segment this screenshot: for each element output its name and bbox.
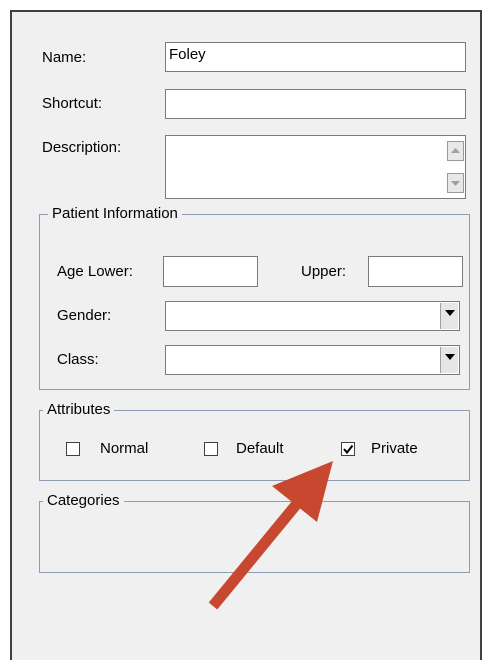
arrow-shaft bbox=[208, 496, 305, 610]
arrow-head bbox=[272, 461, 333, 522]
annotation-arrow bbox=[208, 461, 333, 610]
